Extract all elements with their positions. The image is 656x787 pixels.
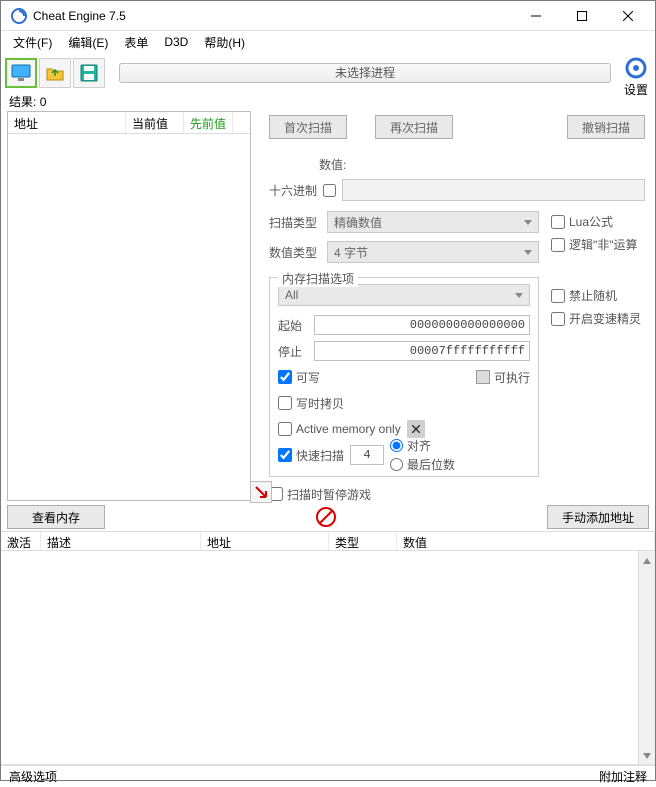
value-type-combo[interactable]: 4 字节 [327, 241, 539, 263]
undo-scan-button[interactable]: 撤销扫描 [567, 115, 645, 139]
header-description[interactable]: 描述 [41, 532, 201, 550]
folder-open-icon [45, 64, 65, 82]
logic-not-check[interactable]: 逻辑"非"运算 [551, 236, 645, 253]
address-list[interactable] [1, 551, 655, 765]
header-value[interactable]: 数值 [397, 532, 655, 550]
results-headers: 地址 当前值 先前值 [8, 112, 250, 134]
add-address-manually-button[interactable]: 手动添加地址 [547, 505, 649, 529]
settings-button[interactable]: 设置 [623, 55, 649, 98]
stop-address-input[interactable] [314, 341, 530, 361]
start-address-input[interactable] [314, 315, 530, 335]
view-memory-button[interactable]: 查看内存 [7, 505, 105, 529]
scroll-down-icon[interactable] [641, 746, 653, 764]
comment-link[interactable]: 附加注释 [599, 768, 647, 785]
no-icon[interactable] [312, 506, 340, 528]
toolbar: 未选择进程 设置 [1, 53, 655, 93]
align-radio[interactable]: 对齐 [390, 437, 455, 454]
floppy-icon [80, 64, 98, 82]
header-activate[interactable]: 激活 [1, 532, 41, 550]
gear-icon [623, 55, 649, 81]
last-digits-radio[interactable]: 最后位数 [390, 456, 455, 473]
menu-table[interactable]: 表单 [118, 32, 154, 53]
settings-label: 设置 [624, 81, 648, 98]
statusbar: 高级选项 附加注释 [1, 765, 655, 787]
fast-scan-value-input[interactable] [350, 445, 384, 465]
open-process-button[interactable] [5, 58, 37, 88]
menubar: 文件(F) 编辑(E) 表单 D3D 帮助(H) [1, 31, 655, 53]
menu-file[interactable]: 文件(F) [7, 32, 58, 53]
process-status-bar[interactable]: 未选择进程 [119, 63, 611, 83]
menu-edit[interactable]: 编辑(E) [62, 32, 114, 53]
writable-check[interactable]: 可写 [278, 369, 320, 386]
mem-options-title: 内存扫描选项 [278, 270, 358, 287]
arrow-down-right-icon [254, 485, 268, 499]
fast-scan-check[interactable]: 快速扫描 [278, 447, 344, 464]
scrollbar[interactable] [638, 551, 655, 764]
hex-checkbox[interactable] [323, 184, 336, 197]
maximize-button[interactable] [559, 1, 605, 31]
start-label: 起始 [278, 317, 308, 334]
address-list-headers: 激活 描述 地址 类型 数值 [1, 531, 655, 551]
open-file-button[interactable] [39, 58, 71, 88]
menu-d3d[interactable]: D3D [158, 33, 194, 51]
app-icon [11, 8, 27, 24]
copy-on-write-check[interactable]: 写时拷贝 [278, 395, 344, 412]
stop-label: 停止 [278, 343, 308, 360]
monitor-icon [11, 64, 31, 82]
mid-actions-row: 查看内存 手动添加地址 [1, 503, 655, 531]
header-current[interactable]: 当前值 [126, 112, 184, 133]
lua-formula-check[interactable]: Lua公式 [551, 213, 645, 230]
titlebar: Cheat Engine 7.5 [1, 1, 655, 31]
hex-label: 十六进制 [269, 182, 317, 199]
speedhack-check[interactable]: 开启变速精灵 [551, 310, 645, 327]
chevron-down-icon [524, 250, 532, 255]
value-type-label: 数值类型 [269, 244, 321, 261]
title-text: Cheat Engine 7.5 [33, 9, 513, 23]
value-label: 数值: [319, 156, 346, 173]
scan-panel: 首次扫描 再次扫描 撤销扫描 数值: 十六进制 扫描类型 精确数值 数值类型 4… [251, 109, 655, 503]
no-random-check[interactable]: 禁止随机 [551, 287, 645, 304]
memory-scan-options: 内存扫描选项 All 起始 停止 可写 可执行 写时拷 [269, 277, 539, 477]
executable-check[interactable]: 可执行 [476, 369, 530, 386]
pause-on-scan-check[interactable]: 扫描时暂停游戏 [269, 486, 371, 503]
results-count-label: 结果: 0 [1, 93, 655, 109]
header-previous[interactable]: 先前值 [184, 112, 233, 133]
add-to-list-arrow-button[interactable] [250, 481, 272, 503]
minimize-button[interactable] [513, 1, 559, 31]
scroll-up-icon[interactable] [641, 551, 653, 569]
close-button[interactable] [605, 1, 651, 31]
menu-help[interactable]: 帮助(H) [198, 32, 251, 53]
scan-type-combo[interactable]: 精确数值 [327, 211, 539, 233]
found-results-panel: 地址 当前值 先前值 [7, 111, 251, 501]
header-type[interactable]: 类型 [329, 532, 397, 550]
chevron-down-icon [524, 220, 532, 225]
close-icon[interactable] [407, 420, 425, 438]
header-address[interactable]: 地址 [8, 112, 126, 133]
first-scan-button[interactable]: 首次扫描 [269, 115, 347, 139]
active-mem-check[interactable]: Active memory only [278, 422, 401, 436]
mem-region-combo[interactable]: All [278, 284, 530, 306]
advanced-options-link[interactable]: 高级选项 [9, 768, 57, 785]
results-list[interactable] [8, 134, 250, 500]
value-input[interactable] [342, 179, 645, 201]
scan-type-label: 扫描类型 [269, 214, 321, 231]
chevron-down-icon [515, 293, 523, 298]
header-addr[interactable]: 地址 [201, 532, 329, 550]
save-button[interactable] [73, 58, 105, 88]
next-scan-button[interactable]: 再次扫描 [375, 115, 453, 139]
main-area: 地址 当前值 先前值 首次扫描 再次扫描 撤销扫描 数值: 十六进制 扫描类型 … [1, 109, 655, 503]
